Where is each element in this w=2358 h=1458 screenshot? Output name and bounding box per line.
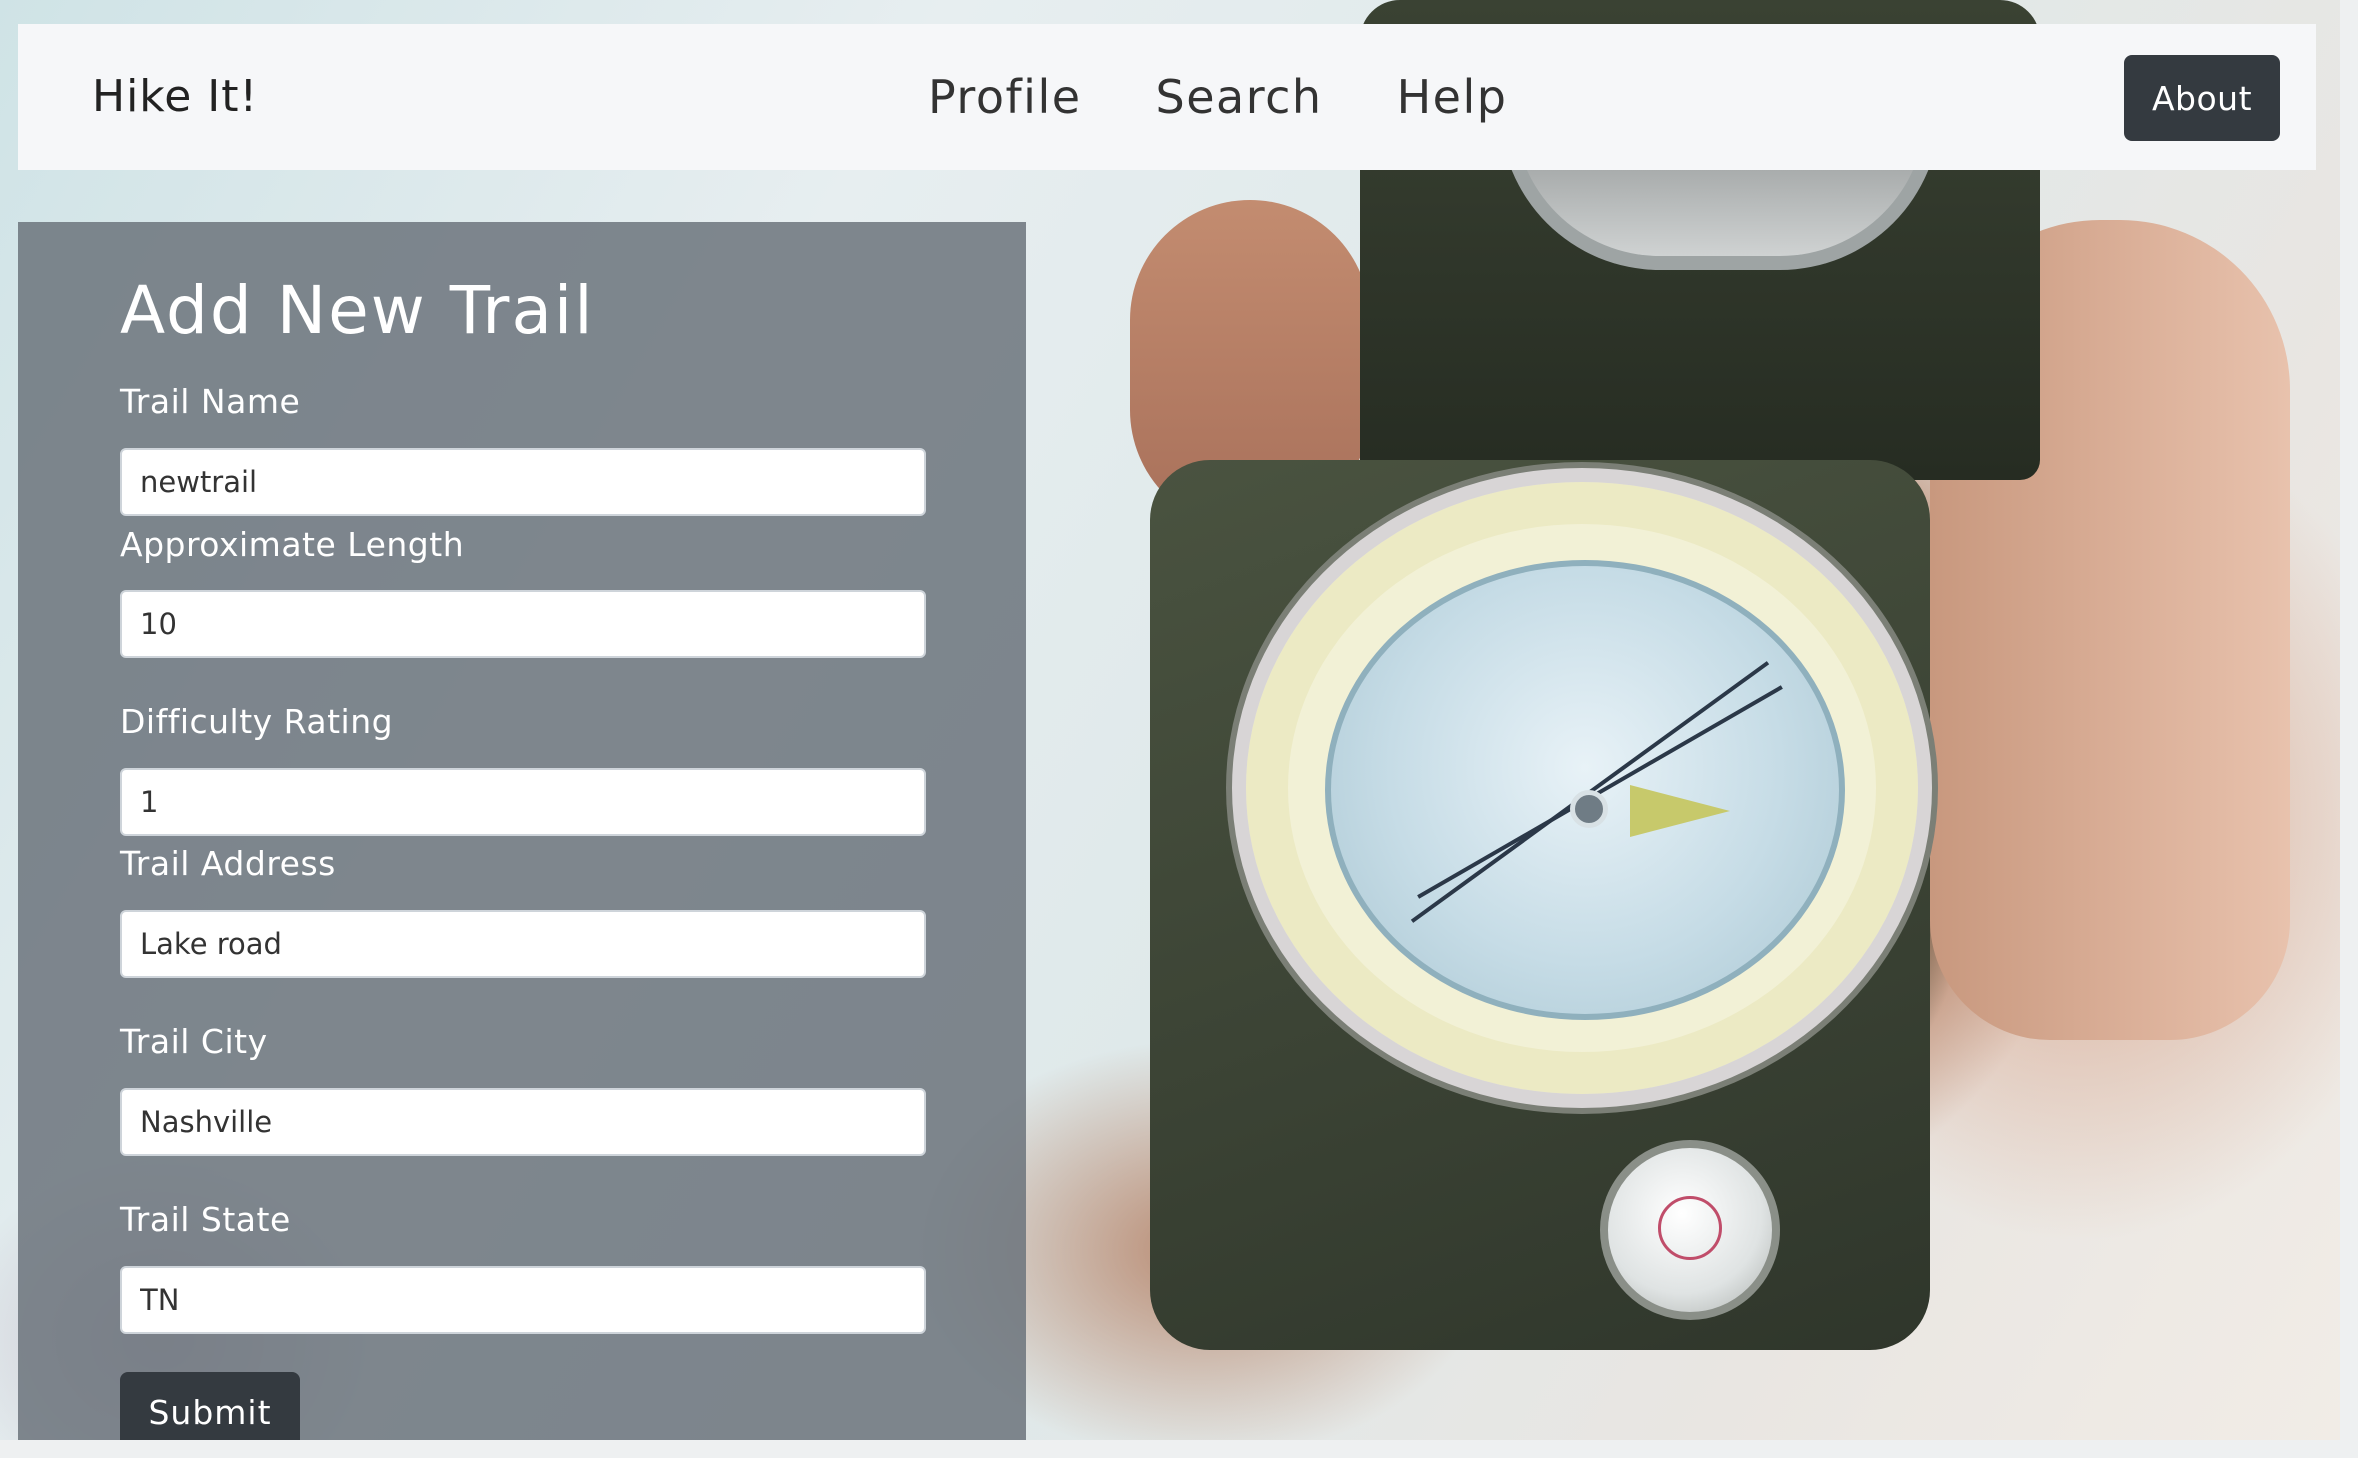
vertical-scrollbar[interactable] bbox=[2340, 0, 2358, 1458]
hero-background: Hike It! Profile Search Help About Add N… bbox=[0, 0, 2340, 1440]
about-button[interactable]: About bbox=[2124, 55, 2280, 141]
nav-link-profile[interactable]: Profile bbox=[928, 70, 1082, 124]
approximate-length-input[interactable] bbox=[120, 590, 926, 658]
brand-logo[interactable]: Hike It! bbox=[92, 24, 258, 170]
trail-name-label: Trail Name bbox=[120, 382, 301, 421]
difficulty-rating-label: Difficulty Rating bbox=[120, 702, 394, 741]
trail-city-input[interactable] bbox=[120, 1088, 926, 1156]
trail-state-label: Trail State bbox=[120, 1200, 291, 1239]
nav-link-search[interactable]: Search bbox=[1156, 70, 1323, 124]
form-title: Add New Trail bbox=[120, 272, 595, 349]
compass-pivot bbox=[1570, 790, 1608, 828]
add-trail-form: Add New Trail Trail Name Approximate Len… bbox=[18, 222, 1026, 1440]
horizontal-scrollbar[interactable] bbox=[0, 1440, 2358, 1458]
nav-links: Profile Search Help bbox=[928, 24, 1507, 170]
compass-level-ring bbox=[1658, 1196, 1722, 1260]
compass-pointer bbox=[1630, 785, 1730, 837]
navbar: Hike It! Profile Search Help About bbox=[18, 24, 2316, 170]
difficulty-rating-input[interactable] bbox=[120, 768, 926, 836]
trail-address-label: Trail Address bbox=[120, 844, 336, 883]
trail-address-input[interactable] bbox=[120, 910, 926, 978]
trail-city-label: Trail City bbox=[120, 1022, 268, 1061]
approximate-length-label: Approximate Length bbox=[120, 525, 465, 564]
submit-button[interactable]: Submit bbox=[120, 1372, 300, 1440]
nav-link-help[interactable]: Help bbox=[1397, 70, 1508, 124]
trail-name-input[interactable] bbox=[120, 448, 926, 516]
trail-state-input[interactable] bbox=[120, 1266, 926, 1334]
